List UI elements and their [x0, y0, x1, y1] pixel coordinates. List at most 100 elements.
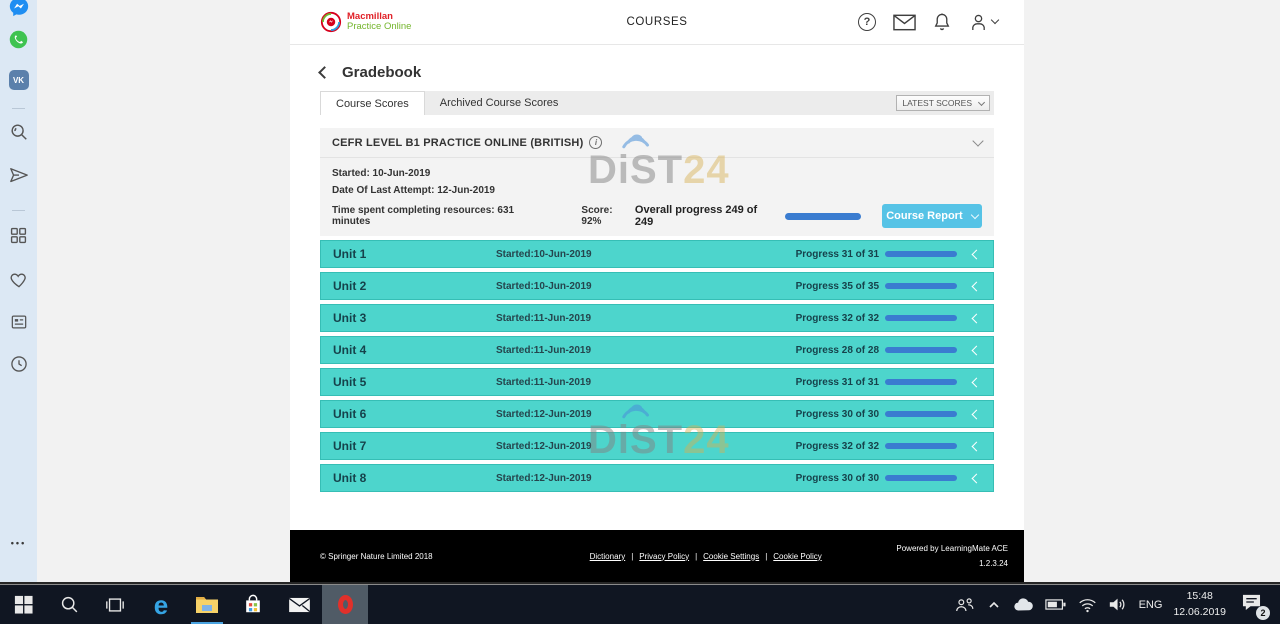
- account-menu[interactable]: [968, 12, 998, 33]
- people-icon[interactable]: [954, 596, 976, 614]
- chevron-left-icon[interactable]: [972, 313, 982, 323]
- account-person-icon: [968, 12, 989, 33]
- onedrive-cloud-icon[interactable]: [1012, 597, 1034, 612]
- tab-course-scores[interactable]: Course Scores: [320, 91, 425, 115]
- unit-row[interactable]: Unit 4 Started:11-Jun-2019 Progress 28 o…: [320, 336, 994, 364]
- notifications-bell-icon[interactable]: [933, 12, 951, 33]
- footer-link-dictionary[interactable]: Dictionary: [590, 552, 626, 561]
- heart-icon[interactable]: [0, 270, 37, 290]
- whatsapp-icon[interactable]: [0, 29, 37, 50]
- action-center-icon[interactable]: 2: [1241, 593, 1262, 616]
- page-title: Gradebook: [342, 64, 421, 81]
- course-panel-header[interactable]: CEFR LEVEL B1 PRACTICE ONLINE (BRITISH) …: [320, 128, 994, 158]
- course-report-button[interactable]: Course Report: [882, 204, 982, 228]
- chevron-left-icon[interactable]: [972, 377, 982, 387]
- overall-progress-bar: [785, 213, 860, 220]
- wifi-icon[interactable]: [1078, 597, 1097, 613]
- unit-progress-label: Progress 32 of 32: [796, 313, 879, 324]
- course-time-spent: Time spent completing resources: 631 min…: [332, 205, 553, 227]
- unit-progress-bar: [885, 315, 957, 321]
- footer-link-privacy-policy[interactable]: Privacy Policy: [639, 552, 689, 561]
- chevron-down-icon[interactable]: [972, 135, 983, 146]
- unit-progress-bar: [885, 251, 957, 257]
- search-icon[interactable]: [0, 122, 37, 142]
- page-content: Macmillan Practice Online COURSES ? Grad…: [290, 0, 1024, 582]
- nav-courses[interactable]: COURSES: [626, 16, 687, 28]
- chevron-down-icon: [970, 210, 978, 218]
- unit-row[interactable]: Unit 7 Started:12-Jun-2019 Progress 32 o…: [320, 432, 994, 460]
- unit-list: Unit 1 Started:10-Jun-2019 Progress 31 o…: [320, 240, 994, 492]
- unit-progress-bar: [885, 443, 957, 449]
- more-icon[interactable]: •••: [0, 538, 37, 548]
- unit-row[interactable]: Unit 1 Started:10-Jun-2019 Progress 31 o…: [320, 240, 994, 268]
- unit-name: Unit 5: [333, 375, 496, 389]
- unit-progress-bar: [885, 411, 957, 417]
- chevron-left-icon[interactable]: [972, 281, 982, 291]
- macmillan-logo[interactable]: Macmillan Practice Online: [320, 11, 411, 33]
- store-icon[interactable]: [230, 585, 276, 624]
- unit-name: Unit 4: [333, 343, 496, 357]
- unit-progress-label: Progress 28 of 28: [796, 345, 879, 356]
- vk-icon[interactable]: VK: [0, 70, 37, 90]
- edge-icon[interactable]: e: [138, 585, 184, 624]
- sidebar-divider: [12, 210, 25, 211]
- notification-count-badge: 2: [1256, 606, 1270, 620]
- mail-icon[interactable]: [893, 14, 916, 31]
- show-hidden-icons-chevron[interactable]: [987, 599, 1001, 611]
- unit-started: Started:12-Jun-2019: [496, 441, 796, 452]
- volume-icon[interactable]: [1108, 596, 1128, 613]
- unit-row[interactable]: Unit 3 Started:11-Jun-2019 Progress 32 o…: [320, 304, 994, 332]
- chevron-left-icon[interactable]: [972, 345, 982, 355]
- footer-link-cookie-policy[interactable]: Cookie Policy: [773, 552, 821, 561]
- app-header: Macmillan Practice Online COURSES ?: [290, 0, 1024, 45]
- tray-time: 15:48: [1173, 589, 1226, 604]
- unit-started: Started:12-Jun-2019: [496, 409, 796, 420]
- tab-bar: Course Scores Archived Course Scores LAT…: [320, 91, 994, 115]
- tab-archived-course-scores[interactable]: Archived Course Scores: [425, 91, 574, 115]
- info-icon[interactable]: i: [589, 136, 602, 149]
- tray-date: 12.06.2019: [1173, 605, 1226, 620]
- back-chevron-icon[interactable]: [318, 66, 331, 79]
- history-clock-icon[interactable]: [0, 354, 37, 374]
- clock-date[interactable]: 15:48 12.06.2019: [1173, 589, 1226, 619]
- mail-app-icon[interactable]: [276, 585, 322, 624]
- powered-by: Powered by LearningMate ACE: [896, 541, 1008, 556]
- taskbar-search-icon[interactable]: [46, 585, 92, 624]
- logo-line2: Practice Online: [347, 22, 411, 32]
- unit-row[interactable]: Unit 6 Started:12-Jun-2019 Progress 30 o…: [320, 400, 994, 428]
- course-started: Started: 10-Jun-2019: [332, 168, 982, 179]
- messenger-icon[interactable]: [0, 0, 37, 18]
- send-icon[interactable]: [0, 166, 37, 186]
- vk-label: VK: [9, 70, 29, 90]
- footer-separator: |: [631, 552, 633, 561]
- chevron-down-icon: [991, 16, 999, 24]
- unit-started: Started:11-Jun-2019: [496, 345, 796, 356]
- task-view-icon[interactable]: [92, 585, 138, 624]
- copyright: © Springer Nature Limited 2018: [320, 552, 515, 561]
- chevron-down-icon: [978, 98, 985, 105]
- help-icon[interactable]: ?: [858, 13, 876, 31]
- latest-scores-dropdown[interactable]: LATEST SCORES: [896, 95, 990, 111]
- grid-icon[interactable]: [0, 226, 37, 245]
- unit-name: Unit 7: [333, 439, 496, 453]
- chevron-left-icon[interactable]: [972, 249, 982, 259]
- news-icon[interactable]: [0, 312, 37, 332]
- unit-name: Unit 6: [333, 407, 496, 421]
- chevron-left-icon[interactable]: [972, 409, 982, 419]
- latest-scores-label: LATEST SCORES: [902, 98, 972, 108]
- course-report-label: Course Report: [886, 210, 962, 222]
- unit-row[interactable]: Unit 2 Started:10-Jun-2019 Progress 35 o…: [320, 272, 994, 300]
- battery-icon[interactable]: [1045, 597, 1067, 612]
- language-indicator[interactable]: ENG: [1139, 599, 1163, 611]
- unit-started: Started:12-Jun-2019: [496, 473, 796, 484]
- footer-separator: |: [765, 552, 767, 561]
- opera-icon[interactable]: [322, 585, 368, 624]
- start-button[interactable]: [0, 585, 46, 624]
- chevron-left-icon[interactable]: [972, 473, 982, 483]
- course-details: Started: 10-Jun-2019 Date Of Last Attemp…: [320, 158, 994, 236]
- file-explorer-icon[interactable]: [184, 585, 230, 624]
- footer-link-cookie-settings[interactable]: Cookie Settings: [703, 552, 759, 561]
- chevron-left-icon[interactable]: [972, 441, 982, 451]
- unit-row[interactable]: Unit 8 Started:12-Jun-2019 Progress 30 o…: [320, 464, 994, 492]
- unit-row[interactable]: Unit 5 Started:11-Jun-2019 Progress 31 o…: [320, 368, 994, 396]
